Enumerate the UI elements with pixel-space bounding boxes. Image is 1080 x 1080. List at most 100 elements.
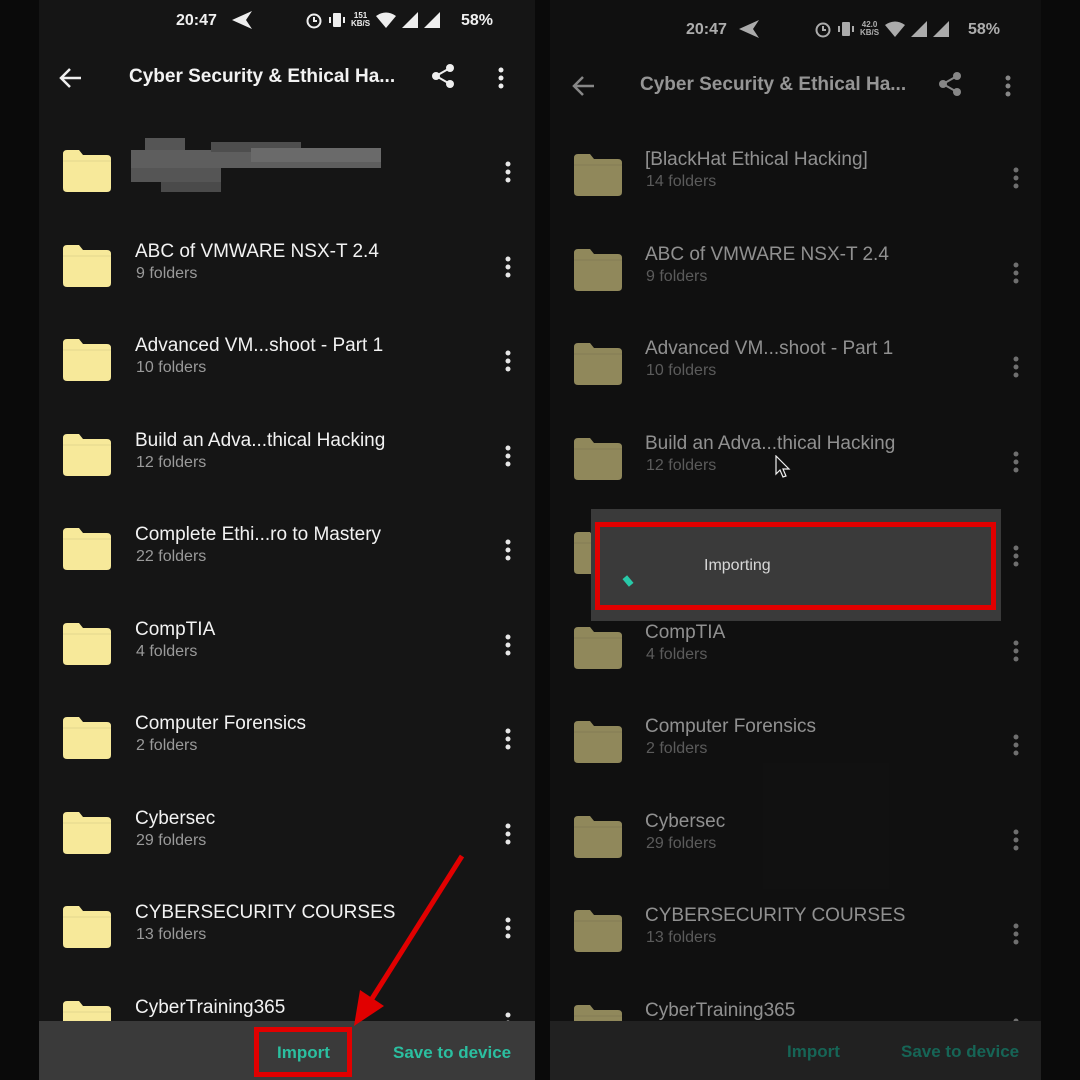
folder-name: CompTIA: [135, 618, 216, 640]
folder-icon: [574, 721, 622, 763]
navigation-arrow-icon: [738, 19, 760, 44]
page-title: Cyber Security & Ethical Ha...: [640, 74, 907, 95]
signal-icon-2: [933, 21, 950, 37]
folder-count: 10 folders: [136, 359, 207, 376]
more-vert-icon[interactable]: [1012, 639, 1020, 663]
wifi-icon: [376, 12, 397, 28]
vibrate-icon: [838, 22, 854, 36]
more-vert-icon[interactable]: [1012, 166, 1020, 190]
import-button[interactable]: Import: [787, 1042, 840, 1062]
folder-row[interactable]: Cybersec 29 folders: [550, 792, 1041, 887]
more-vert-icon[interactable]: [1012, 355, 1020, 379]
folder-row[interactable]: Build an Adva...thical Hacking 12 folders: [550, 414, 1041, 509]
more-vert-icon[interactable]: [1012, 733, 1020, 757]
save-to-device-button[interactable]: Save to device: [393, 1043, 511, 1063]
folder-name: CyberTraining365: [135, 996, 286, 1018]
mouse-cursor-icon: [775, 455, 791, 478]
folder-icon: [574, 154, 622, 196]
folder-name: Build an Adva...thical Hacking: [645, 432, 896, 454]
more-vert-icon[interactable]: [504, 822, 512, 846]
navigation-arrow-icon: [231, 10, 253, 35]
alarm-icon: [815, 22, 831, 38]
more-vert-icon[interactable]: [1012, 450, 1020, 474]
folder-row[interactable]: Computer Forensics 2 folders: [550, 697, 1041, 792]
folder-row[interactable]: [39, 124, 535, 219]
more-vert-icon[interactable]: [504, 160, 512, 184]
folder-count: 4 folders: [646, 645, 708, 663]
folder-name: CYBERSECURITY COURSES: [645, 905, 906, 926]
more-vert-icon[interactable]: [504, 255, 512, 279]
folder-icon: [63, 244, 111, 287]
folder-row[interactable]: Computer Forensics 2 folders: [39, 691, 535, 786]
top-app-bar: Cyber Security & Ethical Ha...: [39, 48, 535, 108]
folder-name: Computer Forensics: [645, 716, 817, 737]
folder-icon: [574, 437, 622, 480]
folder-icon: [574, 248, 622, 291]
folder-name: Cybersec: [645, 810, 726, 832]
folder-count: 13 folders: [646, 929, 717, 946]
folder-row[interactable]: CompTIA 4 folders: [39, 597, 535, 692]
more-vert-icon[interactable]: [504, 349, 512, 373]
more-vert-icon[interactable]: [504, 633, 512, 657]
more-vert-icon[interactable]: [504, 916, 512, 940]
folder-icon: [574, 910, 622, 952]
status-bar: 20:47 151 KB/S 58%: [39, 0, 535, 44]
folder-row[interactable]: ABC of VMWARE NSX-T 2.4 9 folders: [550, 225, 1041, 320]
folder-name: Complete Ethi...ro to Mastery: [135, 524, 382, 545]
folder-name: Advanced VM...shoot - Part 1: [645, 338, 894, 359]
folder-icon: [63, 811, 111, 854]
save-to-device-button[interactable]: Save to device: [901, 1042, 1019, 1062]
more-vert-icon[interactable]: [1012, 544, 1020, 568]
folder-row[interactable]: CYBERSECURITY COURSES 13 folders: [550, 886, 1041, 981]
folder-icon: [63, 717, 111, 759]
more-vert-icon[interactable]: [504, 727, 512, 751]
share-icon[interactable]: [936, 70, 964, 103]
folder-icon: [63, 622, 111, 665]
folder-name: CompTIA: [645, 621, 726, 643]
folder-icon: [63, 150, 111, 192]
share-icon[interactable]: [429, 62, 457, 95]
status-time: 20:47: [686, 21, 727, 38]
more-vert-icon[interactable]: [1004, 74, 1012, 103]
folder-row[interactable]: Advanced VM...shoot - Part 1 10 folders: [39, 313, 535, 408]
more-vert-icon[interactable]: [504, 538, 512, 562]
folder-count: 9 folders: [136, 264, 198, 282]
folder-row[interactable]: Complete Ethi...ro to Mastery 22 folders: [39, 502, 535, 597]
folder-count: 29 folders: [646, 834, 717, 852]
folder-name: CyberTraining365: [645, 999, 796, 1021]
folder-name: Build an Adva...thical Hacking: [135, 429, 386, 451]
folder-count: 10 folders: [646, 362, 717, 379]
folder-name: [BlackHat Ethical Hacking]: [645, 149, 868, 170]
more-vert-icon[interactable]: [1012, 261, 1020, 285]
folder-count: 9 folders: [646, 267, 708, 285]
status-bar: 20:47 42.0 KB/S 58%: [550, 0, 1041, 44]
folder-row[interactable]: [BlackHat Ethical Hacking] 14 folders: [550, 130, 1041, 225]
importing-highlight-box: [595, 522, 996, 610]
more-vert-icon[interactable]: [497, 66, 505, 95]
wifi-icon: [885, 21, 906, 37]
folder-name: Computer Forensics: [135, 713, 307, 734]
arrow-left-icon[interactable]: [59, 66, 83, 95]
signal-icon: [402, 12, 419, 28]
folder-row[interactable]: Build an Adva...thical Hacking 12 folders: [39, 408, 535, 503]
more-vert-icon[interactable]: [1012, 922, 1020, 946]
signal-icon-2: [424, 12, 441, 28]
folder-icon: [63, 906, 111, 948]
folder-count: 12 folders: [646, 456, 717, 474]
folder-row[interactable]: Advanced VM...shoot - Part 1 10 folders: [550, 319, 1041, 414]
folder-count: 14 folders: [646, 173, 717, 190]
status-icons: 42.0 KB/S: [814, 20, 950, 38]
import-highlight-box: [254, 1027, 352, 1077]
folder-count: 13 folders: [136, 926, 207, 943]
net-speed: 42.0 KB/S: [860, 20, 880, 37]
more-vert-icon[interactable]: [504, 444, 512, 468]
folder-row[interactable]: ABC of VMWARE NSX-T 2.4 9 folders: [39, 219, 535, 314]
folder-icon: [63, 433, 111, 476]
arrow-left-icon[interactable]: [572, 74, 596, 103]
folder-icon: [63, 339, 111, 381]
folder-icon: [574, 626, 622, 669]
battery-percent: 58%: [461, 12, 494, 29]
status-icons: 151 KB/S: [305, 11, 441, 29]
more-vert-icon[interactable]: [1012, 828, 1020, 852]
top-app-bar: Cyber Security & Ethical Ha...: [550, 56, 1041, 116]
